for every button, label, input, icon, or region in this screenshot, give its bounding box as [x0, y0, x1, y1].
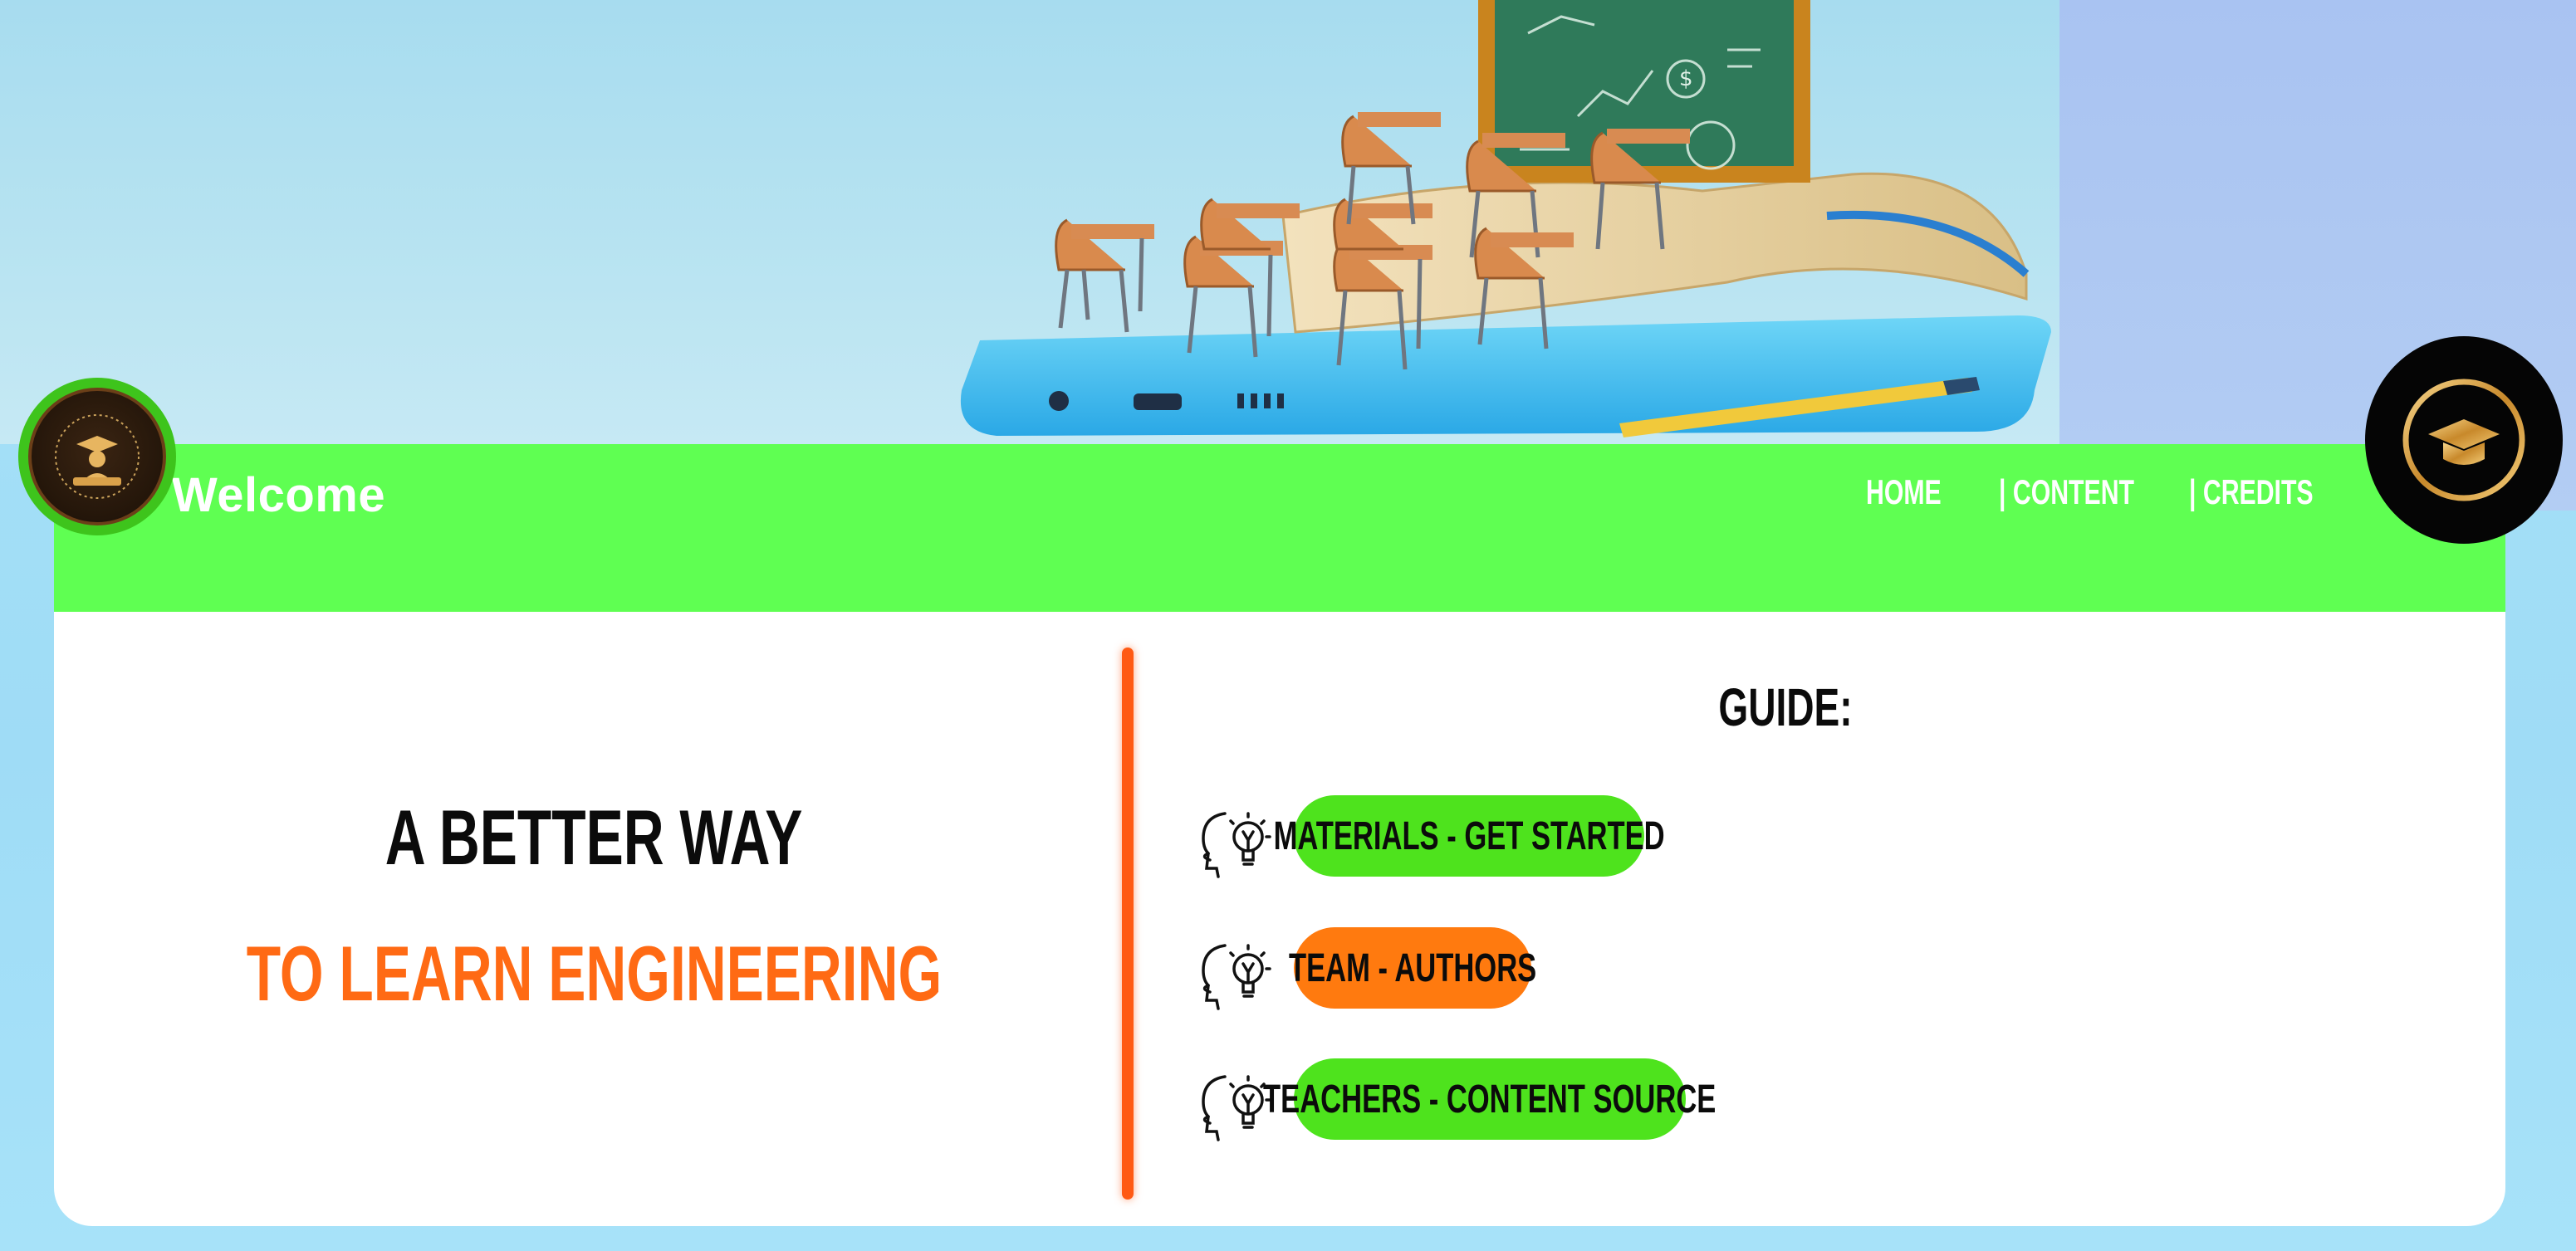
- graduate-emblem-icon: [28, 388, 166, 525]
- guide-teachers-button[interactable]: TEACHERS - CONTENT SOURCE: [1263, 1058, 1717, 1140]
- svg-text:$: $: [1679, 66, 1693, 91]
- guide-title: GUIDE:: [1718, 677, 1853, 737]
- headline-line1: A BETTER WAY: [384, 794, 803, 881]
- classroom-illustration: $: [960, 0, 2051, 437]
- guide-team-button[interactable]: TEAM - AUTHORS: [1289, 927, 1536, 1009]
- hero-banner: $: [0, 0, 2059, 444]
- headline-line2: TO LEARN ENGINEERING: [246, 930, 942, 1017]
- nav-content-link[interactable]: | CONTENT: [1999, 472, 2134, 512]
- welcome-title: Welcome: [172, 468, 386, 522]
- graduation-logo-button[interactable]: [2365, 336, 2563, 544]
- guide-item-teachers: TEACHERS - CONTENT SOURCE: [1192, 1058, 1717, 1150]
- head-lightbulb-icon: [1202, 944, 1271, 1010]
- head-lightbulb-icon: [1202, 812, 1271, 878]
- guide-materials-button[interactable]: MATERIALS - GET STARTED: [1273, 795, 1665, 877]
- nav-home-link[interactable]: HOME: [1866, 472, 1942, 512]
- graduation-cap-icon: [2402, 379, 2525, 501]
- vertical-divider: [1122, 647, 1134, 1200]
- nav-credits-link[interactable]: | CREDITS: [2189, 472, 2314, 512]
- guide-item-materials: MATERIALS - GET STARTED: [1192, 795, 1665, 887]
- site-logo[interactable]: [18, 378, 176, 535]
- top-navbar: Welcome HOME | CONTENT | CREDITS: [54, 444, 2505, 612]
- main-card: Welcome HOME | CONTENT | CREDITS A BETTE…: [54, 444, 2505, 1226]
- guide-item-team: TEAM - AUTHORS: [1192, 927, 1623, 1019]
